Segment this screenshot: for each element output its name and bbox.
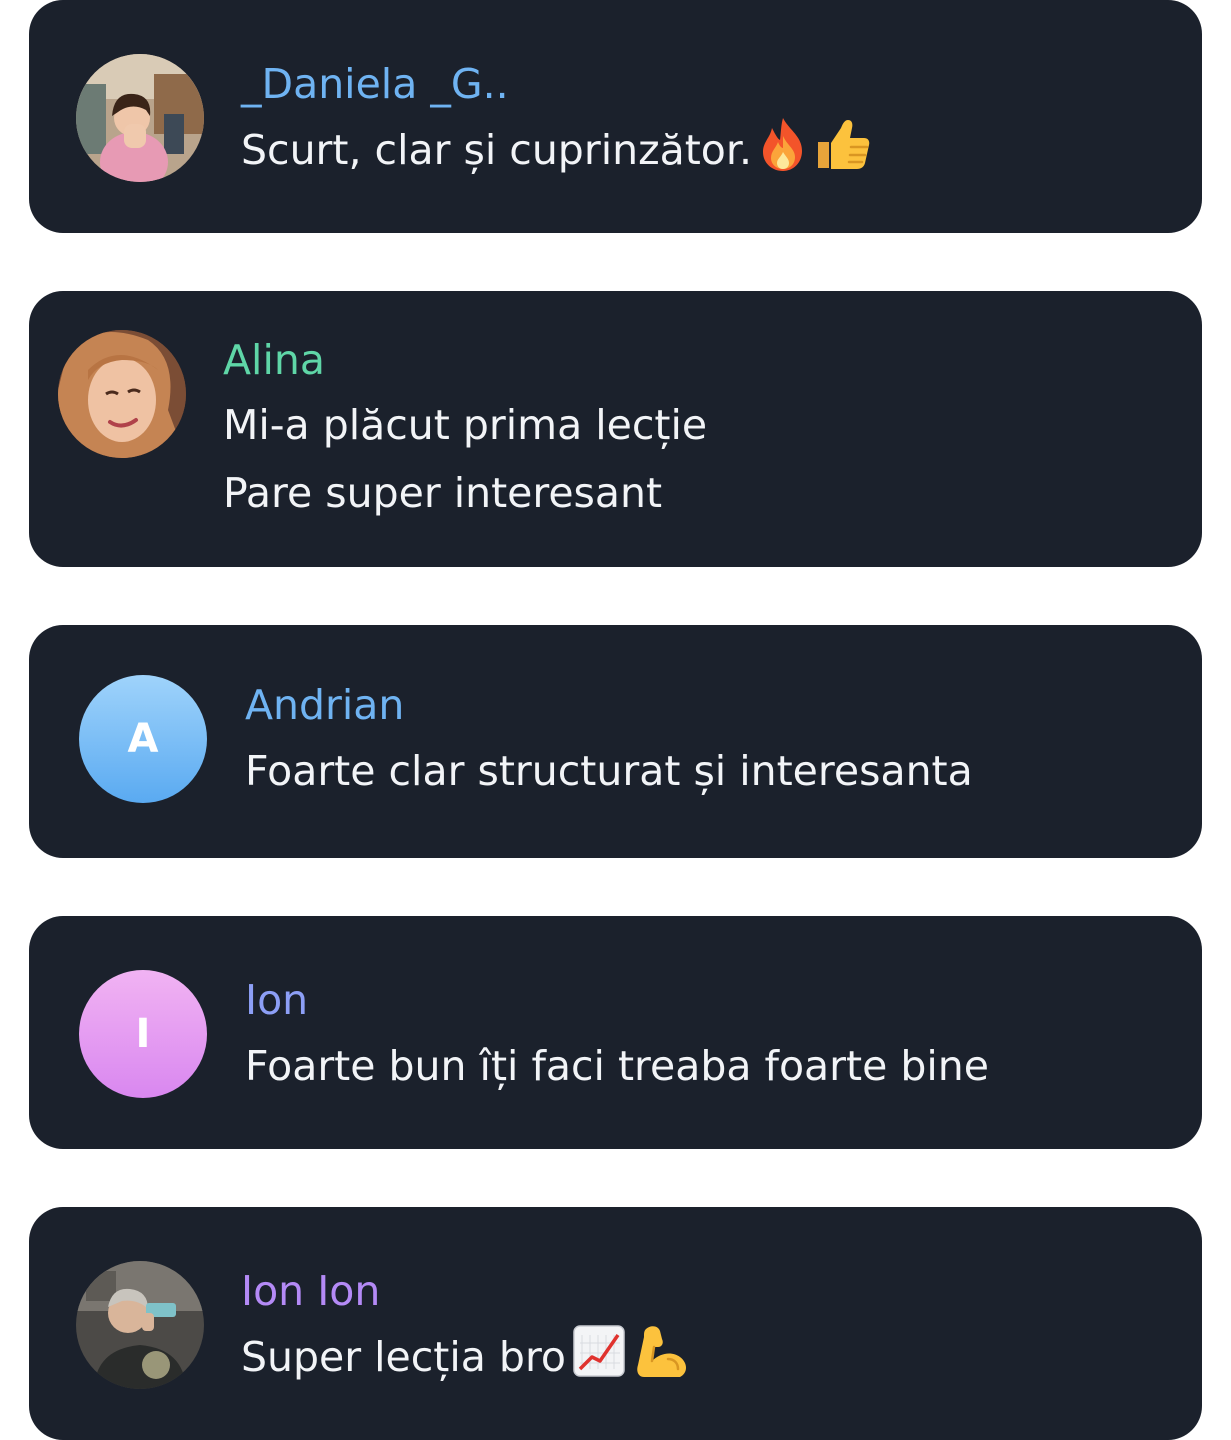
comment-card[interactable]: Alina Mi-a plăcut prima lecție Pare supe… [29, 291, 1202, 567]
comment-card[interactable]: I Ion Foarte bun îți faci treaba foarte … [29, 916, 1202, 1149]
comment-author[interactable]: Andrian [245, 685, 404, 726]
comment-text: Mi-a plăcut prima lecție Pare super inte… [223, 391, 707, 527]
flexed-biceps-emoji [632, 1323, 692, 1399]
avatar-initial: A [127, 716, 159, 762]
avatar[interactable] [76, 1261, 204, 1389]
comment-card[interactable]: Ion Ion Super lecția bro [29, 1207, 1202, 1440]
chart-increasing-emoji [572, 1323, 626, 1399]
comment-author[interactable]: Ion Ion [241, 1271, 380, 1312]
user-photo-icon [76, 54, 204, 182]
thumbs-up-emoji [814, 116, 872, 192]
comment-card[interactable]: A Andrian Foarte clar structurat și inte… [29, 625, 1202, 858]
comment-line: Mi-a plăcut prima lecție [223, 401, 708, 449]
comment-line: Pare super interesant [223, 469, 663, 517]
comment-text: Scurt, clar și cuprinzător. [241, 116, 872, 192]
avatar[interactable]: A [79, 675, 207, 803]
comment-line: Foarte clar structurat și interesanta [245, 747, 973, 795]
avatar[interactable]: I [79, 970, 207, 1098]
user-photo-icon [58, 330, 186, 458]
avatar[interactable] [58, 330, 186, 458]
comment-author[interactable]: Ion [245, 980, 308, 1021]
comment-text: Foarte clar structurat și interesanta [245, 737, 973, 805]
comment-card[interactable]: _Daniela _G.. Scurt, clar și cuprinzător… [29, 0, 1202, 233]
comment-author[interactable]: Alina [223, 340, 325, 381]
avatar[interactable] [76, 54, 204, 182]
comment-line: Super lecția bro [241, 1333, 566, 1381]
comment-text: Foarte bun îți faci treaba foarte bine [245, 1032, 989, 1100]
comment-line: Foarte bun îți faci treaba foarte bine [245, 1042, 989, 1090]
comment-author[interactable]: _Daniela _G.. [241, 64, 509, 105]
user-photo-icon [76, 1261, 204, 1389]
fire-emoji [758, 116, 808, 192]
avatar-initial: I [135, 1011, 151, 1057]
comment-text: Super lecția bro [241, 1323, 692, 1399]
comment-line: Scurt, clar și cuprinzător. [241, 126, 752, 174]
